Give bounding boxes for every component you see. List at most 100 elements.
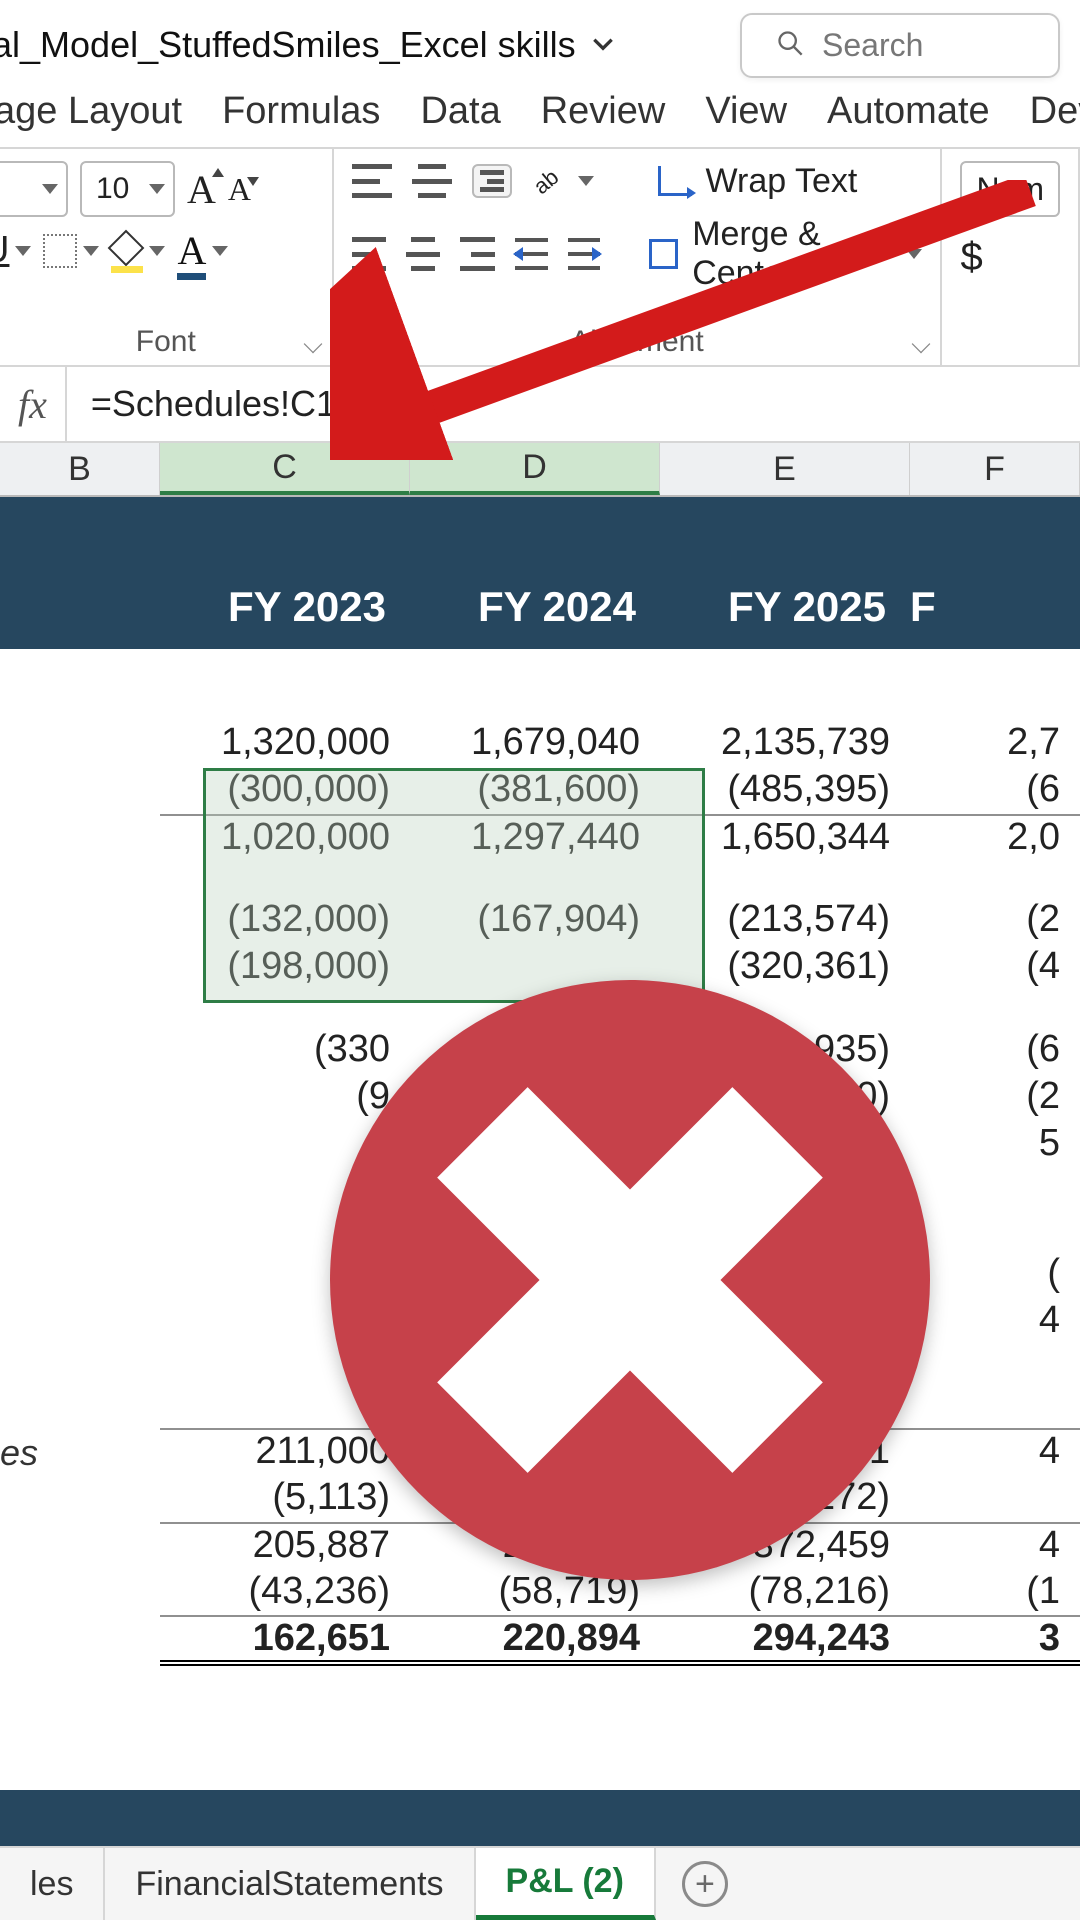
- cell[interactable]: (78,216): [660, 1570, 910, 1613]
- chevron-down-icon: [906, 249, 922, 259]
- group-label-alignment: Alignment: [570, 325, 703, 359]
- ribbon-group-number: Num $: [942, 149, 1080, 365]
- font-name-select[interactable]: [0, 161, 68, 217]
- cell[interactable]: 4: [910, 1428, 1080, 1473]
- cell[interactable]: (9: [160, 1075, 410, 1118]
- cell[interactable]: (: [910, 1252, 1080, 1295]
- fx-icon[interactable]: fx: [0, 367, 67, 441]
- formula-input[interactable]: =Schedules!C18: [67, 383, 1080, 425]
- font-size-value: 10: [96, 172, 129, 206]
- cell[interactable]: 2,0: [910, 814, 1080, 859]
- sheet-tabs-bar: les FinancialStatements P&L (2) +: [0, 1846, 1080, 1920]
- cell[interactable]: (6: [910, 768, 1080, 811]
- tab-view[interactable]: View: [705, 90, 787, 133]
- table-row[interactable]: 1,320,0001,679,0402,135,7392,7: [0, 719, 1080, 766]
- tab-automate[interactable]: Automate: [827, 90, 990, 133]
- cell[interactable]: 1,320,000: [160, 721, 410, 764]
- workbook-name-text: al_Model_StuffedSmiles_Excel skills: [0, 24, 576, 66]
- alignment-dialog-launcher[interactable]: [912, 335, 931, 354]
- cell[interactable]: (1: [910, 1570, 1080, 1613]
- merge-center-button[interactable]: Merge & Center: [649, 215, 923, 293]
- orientation-button[interactable]: [532, 161, 594, 201]
- footer-band: [0, 1790, 1080, 1846]
- column-header-B[interactable]: B: [0, 443, 160, 495]
- search-placeholder: Search: [822, 27, 923, 64]
- column-header-F[interactable]: F: [910, 443, 1080, 495]
- align-left-button[interactable]: [352, 237, 386, 271]
- cell[interactable]: 1,297,440: [410, 814, 660, 859]
- cell[interactable]: (2: [910, 898, 1080, 941]
- cell[interactable]: (381,600): [410, 768, 660, 811]
- cell[interactable]: 294,243: [660, 1615, 910, 1666]
- chevron-down-icon[interactable]: [590, 24, 616, 66]
- cell[interactable]: (485,395): [660, 768, 910, 811]
- group-label-font: Font: [136, 325, 196, 359]
- cell[interactable]: 4: [910, 1522, 1080, 1567]
- align-top-button[interactable]: [352, 164, 392, 198]
- increase-indent-button[interactable]: [568, 238, 601, 270]
- decrease-font-size-button[interactable]: A: [228, 171, 251, 208]
- workbook-title[interactable]: al_Model_StuffedSmiles_Excel skills: [0, 24, 616, 66]
- sheet-tab-1[interactable]: les: [0, 1848, 105, 1920]
- cell[interactable]: (4: [910, 945, 1080, 988]
- cell[interactable]: (6: [910, 1028, 1080, 1071]
- cell[interactable]: 205,887: [160, 1522, 410, 1567]
- cell[interactable]: 2,135,739: [660, 721, 910, 764]
- table-row[interactable]: (43,236)(58,719)(78,216)(1: [0, 1568, 1080, 1615]
- align-center-button[interactable]: [406, 237, 440, 271]
- font-size-select[interactable]: 10: [80, 161, 175, 217]
- cell[interactable]: 1,679,040: [410, 721, 660, 764]
- sheet-tab-2[interactable]: FinancialStatements: [105, 1848, 475, 1920]
- cell[interactable]: 1,650,344: [660, 814, 910, 859]
- search-box[interactable]: Search: [740, 13, 1060, 78]
- tab-developer[interactable]: Developer: [1030, 90, 1080, 133]
- wrap-text-button[interactable]: Wrap Text: [658, 162, 858, 201]
- borders-button[interactable]: [43, 234, 99, 268]
- cell[interactable]: 4: [910, 1299, 1080, 1342]
- align-middle-button[interactable]: [412, 164, 452, 198]
- fill-color-button[interactable]: [111, 235, 165, 267]
- cell[interactable]: (167,904): [410, 898, 660, 941]
- cell[interactable]: (320,361): [660, 945, 910, 988]
- number-format-select[interactable]: Num: [960, 161, 1060, 217]
- tab-review[interactable]: Review: [541, 90, 666, 133]
- cell[interactable]: (2: [910, 1075, 1080, 1118]
- table-row[interactable]: (300,000)(381,600)(485,395)(6: [0, 766, 1080, 813]
- cell[interactable]: 3: [910, 1615, 1080, 1666]
- cell[interactable]: (132,000): [160, 898, 410, 941]
- cell[interactable]: (213,574): [660, 898, 910, 941]
- align-bottom-button[interactable]: [472, 164, 512, 198]
- decrease-indent-button[interactable]: [515, 238, 548, 270]
- chevron-down-icon: [42, 184, 58, 194]
- add-sheet-button[interactable]: +: [682, 1861, 728, 1907]
- tab-data[interactable]: Data: [420, 90, 500, 133]
- tab-page-layout[interactable]: age Layout: [0, 90, 182, 133]
- number-format-label: Num: [976, 171, 1044, 208]
- column-header-E[interactable]: E: [660, 443, 910, 495]
- font-dialog-launcher[interactable]: [303, 335, 322, 354]
- cell[interactable]: 162,651: [160, 1615, 410, 1666]
- table-row[interactable]: 1,020,0001,297,4401,650,3442,0: [0, 813, 1080, 860]
- cell[interactable]: (300,000): [160, 768, 410, 811]
- table-row[interactable]: 162,651220,894294,2433: [0, 1615, 1080, 1662]
- underline-button[interactable]: U: [18, 229, 31, 272]
- cell[interactable]: 220,894: [410, 1615, 660, 1666]
- increase-font-size-button[interactable]: A: [187, 166, 216, 213]
- currency-button[interactable]: $: [960, 235, 982, 280]
- cell[interactable]: 1,020,000: [160, 814, 410, 859]
- align-right-button[interactable]: [460, 237, 494, 271]
- column-header-D[interactable]: D: [410, 443, 660, 495]
- table-row[interactable]: (198,000) (320,361)(4: [0, 943, 1080, 990]
- column-header-C[interactable]: C: [160, 443, 410, 495]
- cell[interactable]: (5,113): [160, 1476, 410, 1519]
- sheet-tab-3[interactable]: P&L (2): [476, 1848, 656, 1920]
- cell[interactable]: 2,7: [910, 721, 1080, 764]
- font-color-button[interactable]: A: [177, 227, 228, 274]
- cell[interactable]: (330: [160, 1028, 410, 1071]
- cell[interactable]: (198,000): [160, 945, 410, 988]
- font-color-icon: A: [177, 227, 206, 274]
- cell[interactable]: 5: [910, 1122, 1080, 1165]
- tab-formulas[interactable]: Formulas: [222, 90, 380, 133]
- table-row[interactable]: (132,000)(167,904)(213,574)(2: [0, 896, 1080, 943]
- cell[interactable]: (43,236): [160, 1570, 410, 1613]
